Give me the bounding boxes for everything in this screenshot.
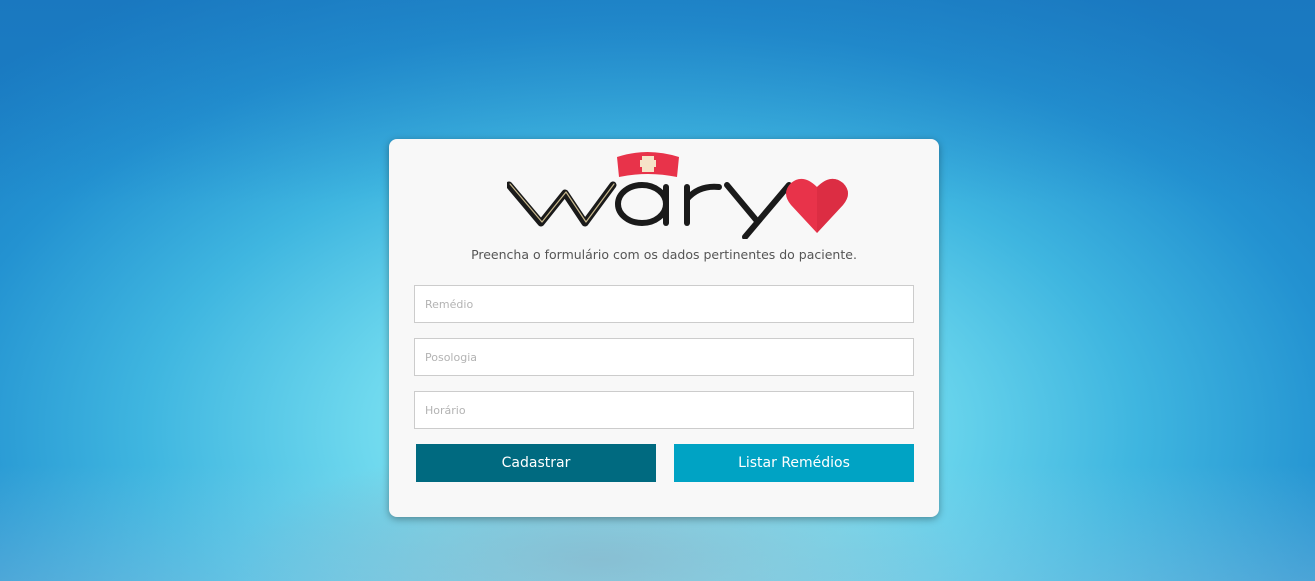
wordmark bbox=[507, 181, 792, 239]
form-card: Preencha o formulário com os dados perti… bbox=[389, 139, 939, 517]
form-subtitle: Preencha o formulário com os dados perti… bbox=[471, 247, 857, 262]
posologia-input[interactable] bbox=[414, 338, 914, 376]
listar-remedios-button[interactable]: Listar Remédios bbox=[674, 444, 914, 482]
horario-input[interactable] bbox=[414, 391, 914, 429]
remedio-input[interactable] bbox=[414, 285, 914, 323]
wary-logo bbox=[507, 152, 848, 239]
cadastrar-button[interactable]: Cadastrar bbox=[416, 444, 656, 482]
